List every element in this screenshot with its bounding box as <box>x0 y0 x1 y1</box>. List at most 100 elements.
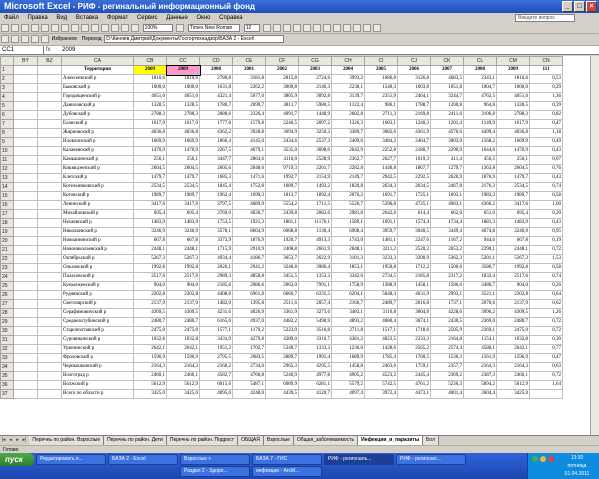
empty-cell[interactable] <box>13 353 38 363</box>
value-cell[interactable]: 3431,9 <box>199 335 233 345</box>
value-cell[interactable]: 0,77 <box>529 344 563 354</box>
value-cell[interactable]: 2848,1 <box>331 245 365 255</box>
value-cell[interactable]: 2369,1 <box>463 326 497 336</box>
value-cell[interactable]: 1,26 <box>529 308 563 318</box>
value-cell[interactable]: 4362,2 <box>199 128 233 138</box>
empty-cell[interactable] <box>13 245 38 255</box>
value-cell[interactable]: 3996,2 <box>463 308 497 318</box>
value-cell[interactable]: 667,8 <box>166 236 200 246</box>
new-icon[interactable] <box>1 24 9 32</box>
value-cell[interactable]: 5980,5 <box>298 101 332 111</box>
menu-help[interactable]: Справка <box>219 15 243 21</box>
value-cell[interactable]: 1753,5 <box>199 218 233 228</box>
value-cell[interactable]: 4036,8 <box>496 128 530 138</box>
value-cell[interactable]: 11176,1 <box>298 218 332 228</box>
value-cell[interactable]: 4689,9 <box>232 200 266 210</box>
value-cell[interactable]: 2534,5 <box>166 182 200 192</box>
fx-icon[interactable]: fx <box>46 46 58 54</box>
value-cell[interactable]: 2734,5 <box>364 272 398 282</box>
empty-cell[interactable] <box>13 119 38 129</box>
empty-cell[interactable] <box>37 290 62 300</box>
value-cell[interactable]: 0,07 <box>529 155 563 165</box>
column-header[interactable]: CF <box>265 56 299 66</box>
value-cell[interactable]: 2137,9 <box>166 299 200 309</box>
value-cell[interactable]: 5396,8 <box>364 200 398 210</box>
value-cell[interactable]: 2724,6 <box>298 74 332 84</box>
empty-cell[interactable] <box>37 209 62 219</box>
empty-cell[interactable] <box>13 173 38 183</box>
value-cell[interactable]: 2149,7 <box>331 173 365 183</box>
value-cell[interactable]: 2409,6 <box>331 137 365 147</box>
territory-cell[interactable]: Клетский р <box>61 173 134 183</box>
taskbar-item[interactable]: инфекции - ArcM... <box>252 466 322 477</box>
empty-cell[interactable] <box>13 236 38 246</box>
value-cell[interactable]: 4725,1 <box>397 200 431 210</box>
empty-cell[interactable] <box>13 83 38 93</box>
column-header[interactable]: CJ <box>397 56 431 66</box>
value-cell[interactable]: 1777,8 <box>199 119 233 129</box>
value-cell[interactable]: 1702,7 <box>232 344 266 354</box>
taskbar-item[interactable]: Редактировать п... <box>36 454 106 465</box>
stop-icon[interactable] <box>21 35 29 43</box>
year-header-cell[interactable]: 2004 <box>331 65 365 75</box>
value-cell[interactable]: 1760,5 <box>397 353 431 363</box>
value-cell[interactable]: 0,19 <box>529 236 563 246</box>
value-cell[interactable]: 2565,2 <box>397 344 431 354</box>
value-cell[interactable]: 1236,0 <box>331 344 365 354</box>
empty-cell[interactable] <box>13 92 38 102</box>
value-cell[interactable]: 256,1 <box>496 155 530 165</box>
value-cell[interactable]: 2369,0 <box>463 317 497 327</box>
value-cell[interactable]: 4482,2 <box>265 317 299 327</box>
value-cell[interactable]: 4683,5 <box>430 74 464 84</box>
menu-data[interactable]: Данные <box>166 15 188 21</box>
value-cell[interactable]: 2408,8 <box>265 245 299 255</box>
row-header[interactable]: 3 <box>0 83 14 93</box>
value-cell[interactable]: 5612,9 <box>496 380 530 390</box>
row-header[interactable]: 18 <box>0 218 14 228</box>
row-header[interactable]: 10 <box>0 146 14 156</box>
row-header[interactable]: 35 <box>0 371 14 381</box>
empty-cell[interactable] <box>37 227 62 237</box>
value-cell[interactable]: 1130,4 <box>298 227 332 237</box>
value-cell[interactable]: 1574,4 <box>397 218 431 228</box>
value-cell[interactable]: 3390,9 <box>397 254 431 264</box>
value-cell[interactable]: 2202,8 <box>166 290 200 300</box>
empty-cell[interactable] <box>13 362 38 372</box>
value-cell[interactable]: 1810,6 <box>133 74 167 84</box>
value-cell[interactable]: 3578,1 <box>199 227 233 237</box>
value-cell[interactable]: 1644,6 <box>463 146 497 156</box>
value-cell[interactable]: 2252,8 <box>364 146 398 156</box>
value-cell[interactable]: 651,0 <box>463 209 497 219</box>
empty-cell[interactable] <box>13 218 38 228</box>
territory-cell[interactable]: Фроловский р <box>61 353 134 363</box>
empty-cell[interactable] <box>13 335 38 345</box>
value-cell[interactable]: 0,72 <box>529 326 563 336</box>
value-cell[interactable]: 2520,2 <box>397 245 431 255</box>
value-cell[interactable]: 2604,5 <box>166 164 200 174</box>
empty-cell[interactable] <box>13 371 38 381</box>
value-cell[interactable]: 1982,3 <box>463 191 497 201</box>
value-cell[interactable]: 2864,6 <box>232 155 266 165</box>
value-cell[interactable]: 0,58 <box>529 263 563 273</box>
territory-cell[interactable]: Новоаннинский р <box>61 236 134 246</box>
value-cell[interactable]: 1448,9 <box>298 110 332 120</box>
value-cell[interactable]: 964,8 <box>463 101 497 111</box>
value-cell[interactable]: 1596,9 <box>133 353 167 363</box>
empty-cell[interactable] <box>13 344 38 354</box>
value-cell[interactable]: 4893,2 <box>331 317 365 327</box>
value-cell[interactable]: 5612,9 <box>166 380 200 390</box>
value-cell[interactable]: 2788,3 <box>496 110 530 120</box>
value-cell[interactable]: 2475,0 <box>166 326 200 336</box>
empty-cell[interactable] <box>13 380 38 390</box>
empty-cell[interactable] <box>13 272 38 282</box>
territory-cell[interactable]: Паласовский р <box>61 272 134 282</box>
sort-asc-icon[interactable] <box>121 24 129 32</box>
value-cell[interactable]: 1689,7 <box>265 182 299 192</box>
value-cell[interactable]: 3092,8 <box>298 92 332 102</box>
value-cell[interactable]: 2333,3 <box>397 335 431 345</box>
row-header[interactable]: 4 <box>0 92 14 102</box>
value-cell[interactable]: 1363,8 <box>463 164 497 174</box>
value-cell[interactable]: 904,0 <box>133 281 167 291</box>
value-cell[interactable]: 1780,7 <box>199 101 233 111</box>
value-cell[interactable]: 614,4 <box>397 209 431 219</box>
